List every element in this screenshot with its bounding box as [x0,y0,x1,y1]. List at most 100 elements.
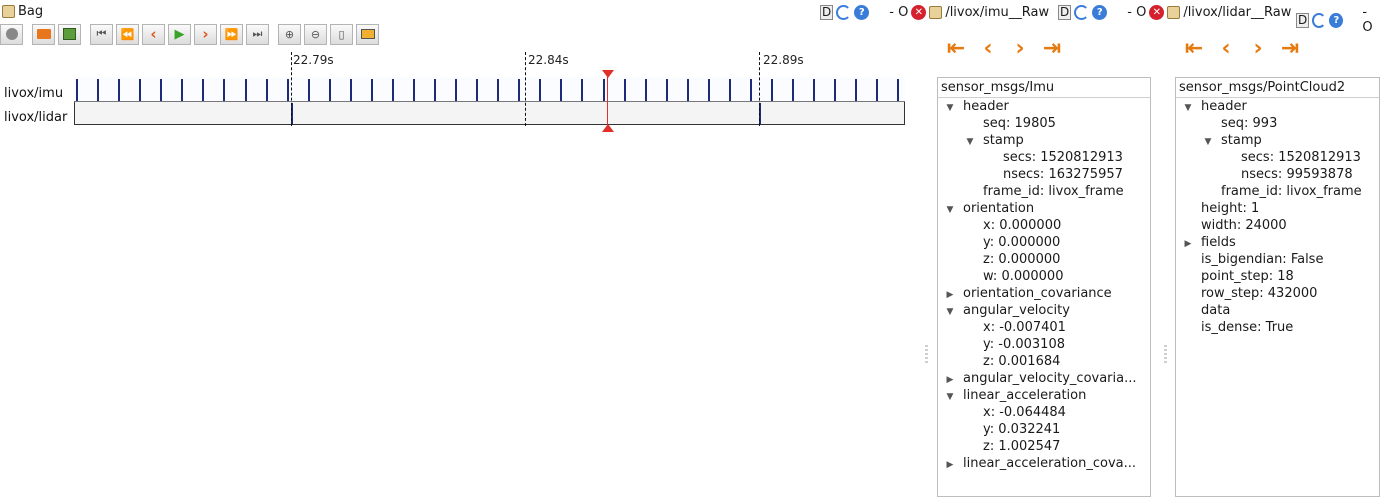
imu-track[interactable] [74,77,905,102]
caret-down-icon[interactable]: ▼ [944,100,956,115]
field-value: False [1286,252,1324,267]
playhead-line[interactable] [607,74,608,126]
next-message-button[interactable]: › [1242,36,1274,61]
field-key: seq: [983,116,1011,131]
reload-icon[interactable] [1074,5,1090,20]
tree-row[interactable]: ▼ header [1176,98,1379,115]
dock-button[interactable]: D [1296,12,1310,28]
field-value: True [1261,320,1294,335]
prev-message-button[interactable]: ‹ [972,36,1004,61]
topic-label-imu[interactable]: livox/imu [4,86,63,101]
tree-row[interactable]: nsecs: 99593878 [1176,166,1379,183]
next-message-button[interactable]: › [1004,36,1036,61]
tree-row[interactable]: ▶ linear_acceleration_cova... [938,455,1150,472]
splitter-grip[interactable] [1164,345,1167,363]
tree-row[interactable]: point_step: 18 [1176,268,1379,285]
zoom-in-icon: ⊕ [284,27,295,41]
bag-icon [929,6,943,19]
playhead-top-handle[interactable] [602,70,614,78]
tree-row[interactable]: ▼ orientation [938,200,1150,217]
imu-message-mark [665,79,668,101]
caret-right-icon[interactable]: ▶ [944,372,956,387]
tree-row[interactable]: ▼ stamp [1176,132,1379,149]
tree-row[interactable]: secs: 1520812913 [938,149,1150,166]
caret-right-icon[interactable]: ▶ [944,457,956,472]
tree-row[interactable]: data [1176,302,1379,319]
prev-message-button[interactable]: ‹ [1210,36,1242,61]
thumbnail-button[interactable] [356,23,379,45]
field-key: width: [1201,218,1242,233]
imu-message-mark [223,79,226,101]
caret-down-icon[interactable]: ▼ [944,389,956,404]
close-icon[interactable]: ✕ [911,5,927,20]
field-value: 1520812913 [1036,150,1123,165]
next-button[interactable]: › [194,23,217,45]
tree-row[interactable]: y: 0.000000 [938,234,1150,251]
help-icon[interactable]: ? [854,5,870,20]
tree-row[interactable]: ▶ orientation_covariance [938,285,1150,302]
dock-button[interactable]: D [820,5,834,20]
tree-row[interactable]: y: -0.003108 [938,336,1150,353]
tree-row[interactable]: ▶ angular_velocity_covaria... [938,370,1150,387]
splitter-grip[interactable] [925,345,928,363]
play-button[interactable]: ▶ [168,23,191,45]
tree-row[interactable]: w: 0.000000 [938,268,1150,285]
back-button[interactable]: ⏪ [116,23,139,45]
tree-row[interactable]: frame_id: livox_frame [938,183,1150,200]
caret-down-icon[interactable]: ▼ [1182,100,1194,115]
zoom-out-button[interactable]: ⊖ [304,23,327,45]
caret-right-icon[interactable]: ▶ [944,287,956,302]
reload-icon[interactable] [836,5,852,20]
tree-row[interactable]: ▶ fields [1176,234,1379,251]
tree-row[interactable]: nsecs: 163275957 [938,166,1150,183]
tree-row[interactable]: z: 0.000000 [938,251,1150,268]
tree-row[interactable]: seq: 993 [1176,115,1379,132]
caret-down-icon[interactable]: ▼ [964,134,976,149]
tree-row[interactable]: ▼ linear_acceleration [938,387,1150,404]
begin-button[interactable]: ⏮ [90,23,113,45]
playhead-bottom-handle[interactable] [602,124,614,132]
tree-row[interactable]: row_step: 432000 [1176,285,1379,302]
tree-row[interactable]: seq: 19805 [938,115,1150,132]
tree-row[interactable]: width: 24000 [1176,217,1379,234]
tree-row[interactable]: x: -0.007401 [938,319,1150,336]
tree-row[interactable]: height: 1 [1176,200,1379,217]
topic-label-lidar[interactable]: livox/lidar [4,110,67,125]
reload-icon[interactable] [1312,12,1327,28]
close-icon[interactable]: ✕ [1149,5,1165,20]
tree-row[interactable]: frame_id: livox_frame [1176,183,1379,200]
tree-row[interactable]: is_dense: True [1176,319,1379,336]
tree-row[interactable]: is_bigendian: False [1176,251,1379,268]
zoom-reset-button[interactable]: ▯ [330,23,353,45]
help-icon[interactable]: ? [1092,5,1108,20]
tree-row[interactable]: x: 0.000000 [938,217,1150,234]
tree-row[interactable]: z: 0.001684 [938,353,1150,370]
first-message-button[interactable]: ⇤ [1178,36,1210,61]
tree-row[interactable]: ▼ header [938,98,1150,115]
last-message-button[interactable]: ⇥ [1036,36,1068,61]
caret-right-icon[interactable]: ▶ [1182,236,1194,251]
pane-prefix: - O [1127,5,1147,20]
last-message-button[interactable]: ⇥ [1274,36,1306,61]
caret-down-icon[interactable]: ▼ [944,304,956,319]
tree-row[interactable]: z: 1.002547 [938,438,1150,455]
tree-row[interactable]: y: 0.032241 [938,421,1150,438]
caret-down-icon[interactable]: ▼ [1202,134,1214,149]
first-message-button[interactable]: ⇤ [940,36,972,61]
help-icon[interactable]: ? [1329,12,1344,28]
open-button[interactable] [32,23,55,45]
imu-message-mark [476,79,479,101]
end-button[interactable]: ⏭ [246,23,269,45]
forward-button[interactable]: ⏩ [220,23,243,45]
zoom-in-button[interactable]: ⊕ [278,23,301,45]
record-button[interactable] [0,23,23,45]
tree-row[interactable]: secs: 1520812913 [1176,149,1379,166]
prev-button[interactable]: ‹ [142,23,165,45]
field-key: nsecs: [1003,167,1045,182]
tree-row[interactable]: x: -0.064484 [938,404,1150,421]
save-button[interactable] [58,23,81,45]
dock-button[interactable]: D [1058,5,1072,20]
caret-down-icon[interactable]: ▼ [944,202,956,217]
tree-row[interactable]: ▼ stamp [938,132,1150,149]
tree-row[interactable]: ▼ angular_velocity [938,302,1150,319]
